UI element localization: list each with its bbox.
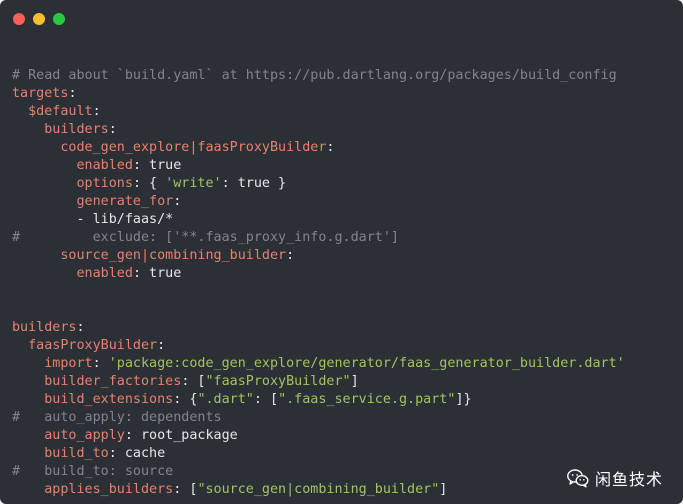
code-line: import: 'package:code_gen_explore/genera… — [12, 355, 625, 373]
code-line: enabled: true — [12, 157, 625, 175]
maximize-button[interactable] — [53, 13, 65, 25]
code-token-key: source_gen|combining_builder — [60, 248, 287, 263]
code-token-plain: ] — [350, 374, 359, 389]
code-line: source_gen|combining_builder: — [12, 247, 625, 265]
watermark: 闲鱼技术 — [567, 466, 663, 490]
code-token-key: faasProxyBuilder — [28, 338, 158, 353]
watermark-text: 闲鱼技术 — [594, 470, 663, 489]
code-window: # Read about `build.yaml` at https://pub… — [0, 0, 683, 504]
code-token-plain: : [ — [173, 482, 198, 497]
code-line: # exclude: ['**.faas_proxy_info.g.dart'] — [12, 229, 625, 247]
code-line: # build_to: source — [12, 463, 625, 481]
code-token-key: auto_apply — [44, 428, 125, 443]
close-button[interactable] — [13, 13, 25, 25]
code-line: builder_factories: ["faasProxyBuilder"] — [12, 373, 625, 391]
code-token-plain: : — [157, 338, 166, 353]
code-token-plain: : — [326, 140, 335, 155]
code-token-plain: : — [68, 86, 77, 101]
minimize-button[interactable] — [33, 13, 45, 25]
code-token-plain: - lib/faas/* — [12, 212, 174, 227]
code-line: build_extensions: {".dart": [".faas_serv… — [12, 391, 625, 409]
code-token-plain: : — [92, 104, 101, 119]
code-token-key: targets — [12, 86, 69, 101]
code-line: enabled: true — [12, 265, 625, 283]
code-token-string: 'write' — [165, 176, 222, 191]
code-block: # Read about `build.yaml` at https://pub… — [12, 49, 625, 499]
code-token-plain: : — [92, 356, 109, 371]
code-token-plain: : true — [132, 266, 182, 281]
code-token-plain: : [ — [181, 374, 206, 389]
code-token-key: code_gen_explore|faasProxyBuilder — [60, 140, 327, 155]
code-token-key: applies_builders — [44, 482, 174, 497]
code-token-comment: # auto_apply: dependents — [12, 410, 222, 425]
code-token-string: "source_gen|combining_builder" — [197, 482, 440, 497]
code-token-plain: : { — [173, 392, 198, 407]
code-token-plain: : — [173, 194, 182, 209]
code-line: builders: — [12, 319, 625, 337]
code-line: applies_builders: ["source_gen|combining… — [12, 481, 625, 499]
code-token-string: ".faas_service.g.part" — [278, 392, 456, 407]
code-line: faasProxyBuilder: — [12, 337, 625, 355]
code-token-plain: : — [286, 248, 295, 263]
code-token-key: builder_factories — [44, 374, 182, 389]
code-token-key: build_extensions — [44, 392, 174, 407]
code-token-plain: : root_package — [124, 428, 238, 443]
code-token-plain: ] — [439, 482, 448, 497]
code-token-string: "faasProxyBuilder" — [205, 374, 351, 389]
code-line: targets: — [12, 85, 625, 103]
code-line: auto_apply: root_package — [12, 427, 625, 445]
code-token-comment: # build_to: source — [12, 464, 174, 479]
code-token-key: enabled — [76, 266, 133, 281]
code-token-string: ".dart" — [197, 392, 254, 407]
code-line: options: { 'write': true } — [12, 175, 625, 193]
code-token-key: import — [44, 356, 93, 371]
code-token-plain: : [ — [253, 392, 279, 407]
code-line: - lib/faas/* — [12, 211, 625, 229]
code-token-key: builders — [12, 320, 77, 335]
code-token-key: generate_for — [76, 194, 174, 209]
code-line: # auto_apply: dependents — [12, 409, 625, 427]
code-line: builders: — [12, 121, 625, 139]
code-line: $default: — [12, 103, 625, 121]
code-line: # Read about `build.yaml` at https://pub… — [12, 67, 625, 85]
code-token-key: $default — [28, 104, 93, 119]
code-token-key: builders — [44, 122, 109, 137]
code-token-key: enabled — [76, 158, 133, 173]
code-token-plain: : — [76, 320, 85, 335]
code-token-key: build_to — [44, 446, 109, 461]
code-line: build_to: cache — [12, 445, 625, 463]
code-line: code_gen_explore|faasProxyBuilder: — [12, 139, 625, 157]
code-token-string: 'package:code_gen_explore/generator/faas… — [108, 356, 625, 371]
code-token-plain: ]} — [455, 392, 472, 407]
window-controls — [13, 13, 65, 25]
code-token-plain: : true — [132, 158, 182, 173]
wechat-icon — [567, 469, 589, 488]
code-token-plain: : { — [132, 176, 166, 191]
code-line: generate_for: — [12, 193, 625, 211]
code-token-key: options — [76, 176, 133, 191]
code-token-comment: # Read about `build.yaml` at https://pub… — [12, 68, 617, 83]
code-token-plain: : cache — [108, 446, 166, 461]
code-token-plain: : — [108, 122, 117, 137]
code-token-comment: # exclude: ['**.faas_proxy_info.g.dart'] — [12, 230, 399, 245]
code-token-plain: : true } — [221, 176, 287, 191]
